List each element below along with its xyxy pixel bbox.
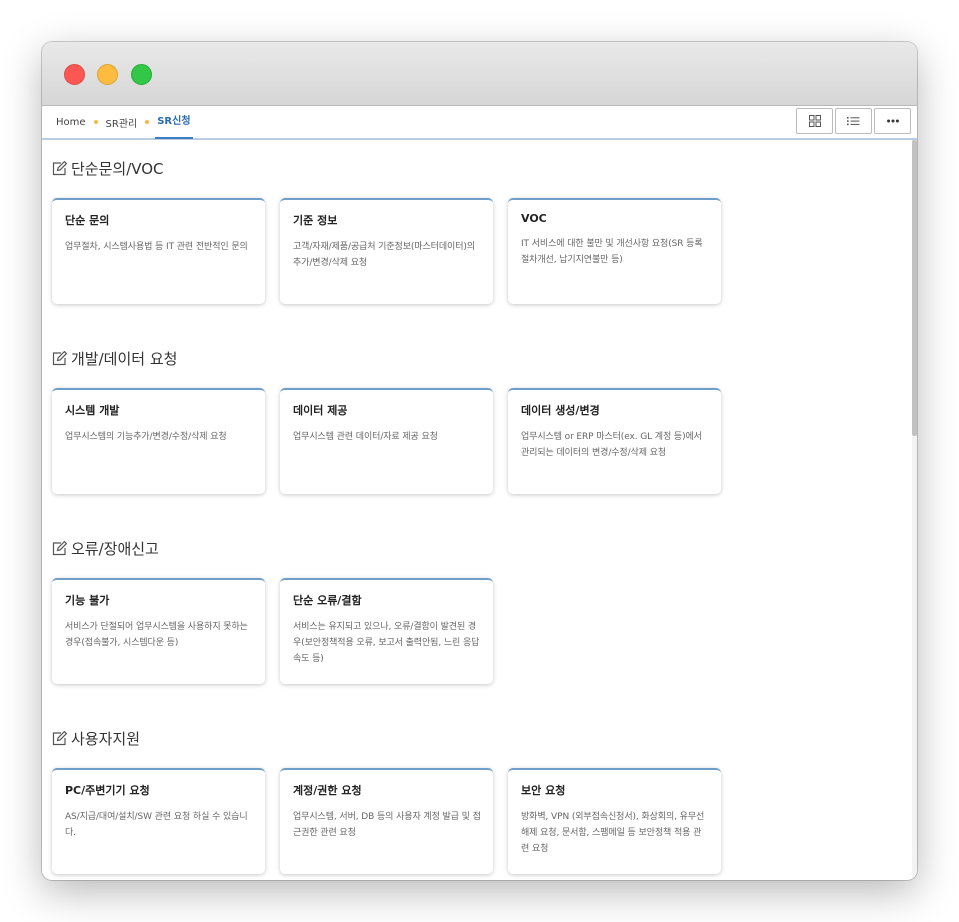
browser-window: Home SR관리 SR신청 단순문의/VOC 단순 문의 업무절차, 시스템사… (42, 42, 917, 880)
list-icon (847, 117, 860, 126)
breadcrumb-home[interactable]: Home (56, 117, 86, 128)
card-simple-inquiry[interactable]: 단순 문의 업무절차, 시스템사용법 등 IT 관련 전반적인 문의 (52, 198, 265, 304)
more-icon (886, 119, 899, 123)
breadcrumb-current[interactable]: SR신청 (155, 106, 193, 139)
card-row: 시스템 개발 업무시스템의 기능추가/변경/수정/삭제 요청 데이터 제공 업무… (52, 388, 721, 494)
card-description: IT 서비스에 대한 불만 및 개선사항 요청(SR 등록절차개선, 납기지연불… (521, 239, 703, 265)
grid-icon (808, 115, 821, 127)
maximize-window-button[interactable] (131, 64, 152, 85)
card-description: 업무시스템 관련 데이터/자료 제공 요청 (293, 432, 438, 442)
card-title: 기준 정보 (293, 214, 338, 227)
card-row: PC/주변기기 요청 AS/지급/대여/설치/SW 관련 요청 하실 수 있습니… (52, 768, 721, 874)
section-title: 사용자지원 (52, 728, 140, 748)
grid-view-button[interactable] (796, 108, 833, 134)
card-description: 고객/자재/제품/공급처 기준정보(마스터데이터)의 추가/변경/삭제 요청 (293, 242, 475, 268)
card-title: PC/주변기기 요청 (65, 784, 150, 797)
sr-request-content: 단순문의/VOC 단순 문의 업무절차, 시스템사용법 등 IT 관련 전반적인… (42, 140, 912, 880)
section-inquiry-voc: 단순문의/VOC 단순 문의 업무절차, 시스템사용법 등 IT 관련 전반적인… (52, 158, 721, 304)
card-description: 서비스는 유지되고 있으나, 오류/결함이 발견된 경우(보안정책적용 오류, … (293, 622, 480, 664)
section-title: 단순문의/VOC (52, 158, 164, 178)
more-options-button[interactable] (874, 108, 911, 134)
breadcrumb: Home SR관리 SR신청 (56, 106, 193, 139)
card-row: 단순 문의 업무절차, 시스템사용법 등 IT 관련 전반적인 문의 기준 정보… (52, 198, 721, 304)
breadcrumb-sr-management[interactable]: SR관리 (106, 115, 138, 130)
card-security-request[interactable]: 보안 요청 방화벽, VPN (외부접속신청서), 화상회의, 유무선 해제 요… (508, 768, 721, 874)
card-title: VOC (521, 212, 547, 225)
section-user-support: 사용자지원 PC/주변기기 요청 AS/지급/대여/설치/SW 관련 요청 하실… (52, 728, 721, 874)
card-title: 단순 문의 (65, 214, 110, 227)
card-description: 업무시스템의 기능추가/변경/수정/삭제 요청 (65, 432, 227, 442)
card-title: 데이터 제공 (293, 404, 348, 417)
list-view-button[interactable] (835, 108, 872, 134)
card-description: 방화벽, VPN (외부접속신청서), 화상회의, 유무선 해제 요청, 문서함… (521, 812, 705, 854)
breadcrumb-separator (145, 120, 150, 124)
section-dev-data: 개발/데이터 요청 시스템 개발 업무시스템의 기능추가/변경/수정/삭제 요청… (52, 348, 721, 494)
vertical-scrollbar[interactable] (912, 140, 917, 880)
breadcrumb-separator (93, 120, 98, 124)
section-title: 오류/장애신고 (52, 538, 159, 558)
card-description: 서비스가 단절되어 업무시스템을 사용하지 못하는 경우(접속불가, 시스템다운… (65, 622, 248, 648)
card-description: 업무시스템, 서버, DB 등의 사용자 계정 발급 및 접근권한 관련 요청 (293, 812, 481, 838)
top-navbar: Home SR관리 SR신청 (42, 106, 917, 140)
section-title: 개발/데이터 요청 (52, 348, 177, 368)
card-function-failure[interactable]: 기능 불가 서비스가 단절되어 업무시스템을 사용하지 못하는 경우(접속불가,… (52, 578, 265, 684)
scrollbar-thumb[interactable] (912, 140, 917, 436)
window-titlebar (42, 42, 917, 106)
card-title: 단순 오류/결함 (293, 594, 362, 607)
card-simple-error[interactable]: 단순 오류/결함 서비스는 유지되고 있으나, 오류/결함이 발견된 경우(보안… (280, 578, 493, 684)
card-voc[interactable]: VOC IT 서비스에 대한 불만 및 개선사항 요청(SR 등록절차개선, 납… (508, 198, 721, 304)
card-title: 계정/권한 요청 (293, 784, 362, 797)
card-description: 업무절차, 시스템사용법 등 IT 관련 전반적인 문의 (65, 242, 248, 252)
card-data-provide[interactable]: 데이터 제공 업무시스템 관련 데이터/자료 제공 요청 (280, 388, 493, 494)
card-account-permission[interactable]: 계정/권한 요청 업무시스템, 서버, DB 등의 사용자 계정 발급 및 접근… (280, 768, 493, 874)
minimize-window-button[interactable] (97, 64, 118, 85)
card-system-dev[interactable]: 시스템 개발 업무시스템의 기능추가/변경/수정/삭제 요청 (52, 388, 265, 494)
section-error-report: 오류/장애신고 기능 불가 서비스가 단절되어 업무시스템을 사용하지 못하는 … (52, 538, 493, 684)
card-title: 시스템 개발 (65, 404, 120, 417)
card-description: 업무시스템 or ERP 마스터(ex. GL 계정 등)에서 관리되는 데이터… (521, 432, 702, 458)
card-master-data[interactable]: 기준 정보 고객/자재/제품/공급처 기준정보(마스터데이터)의 추가/변경/삭… (280, 198, 493, 304)
card-title: 보안 요청 (521, 784, 566, 797)
card-row: 기능 불가 서비스가 단절되어 업무시스템을 사용하지 못하는 경우(접속불가,… (52, 578, 493, 684)
close-window-button[interactable] (64, 64, 85, 85)
edit-icon (52, 730, 67, 745)
card-data-change[interactable]: 데이터 생성/변경 업무시스템 or ERP 마스터(ex. GL 계정 등)에… (508, 388, 721, 494)
card-title: 데이터 생성/변경 (521, 404, 600, 417)
card-description: AS/지급/대여/설치/SW 관련 요청 하실 수 있습니다. (65, 812, 248, 838)
edit-icon (52, 160, 67, 175)
card-pc-peripheral[interactable]: PC/주변기기 요청 AS/지급/대여/설치/SW 관련 요청 하실 수 있습니… (52, 768, 265, 874)
view-toolbar (796, 108, 911, 134)
edit-icon (52, 540, 67, 555)
card-title: 기능 불가 (65, 594, 110, 607)
edit-icon (52, 350, 67, 365)
